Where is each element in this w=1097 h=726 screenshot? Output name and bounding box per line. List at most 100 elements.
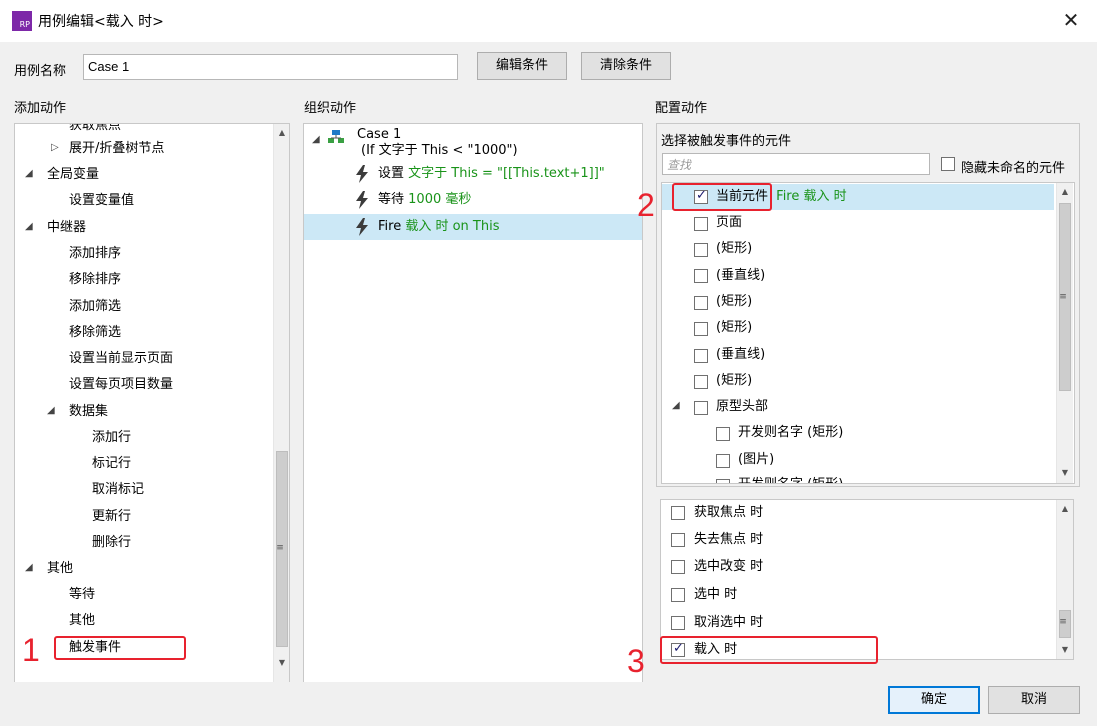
tree-item-add-sort[interactable]: 添加排序 bbox=[69, 241, 121, 267]
tree-item-set-current-page[interactable]: 设置当前显示页面 bbox=[69, 346, 173, 372]
collapse-arrow-icon[interactable]: ◢ bbox=[47, 405, 55, 416]
widget-item[interactable]: (矩形) bbox=[716, 236, 752, 262]
event-item[interactable]: 失去焦点 时 bbox=[694, 527, 763, 553]
action-wait[interactable]: 等待 1000 毫秒 bbox=[378, 187, 471, 213]
scroll-down-icon[interactable]: ▼ bbox=[1057, 645, 1073, 654]
widget-checkbox[interactable] bbox=[694, 375, 708, 389]
widget-checkbox[interactable] bbox=[694, 217, 708, 231]
ok-button[interactable]: 确定 bbox=[888, 686, 980, 714]
dialog-body: 用例名称 Case 1 编辑条件 清除条件 添加动作 组织动作 配置动作 获取焦… bbox=[0, 42, 1097, 714]
hide-unnamed-checkbox[interactable] bbox=[941, 157, 955, 171]
event-checkbox[interactable] bbox=[671, 506, 685, 520]
tree-item-other-group[interactable]: 其他 bbox=[47, 556, 73, 582]
organize-actions-header: 组织动作 bbox=[304, 101, 357, 116]
widget-checkbox[interactable] bbox=[694, 401, 708, 415]
close-icon[interactable]: ✕ bbox=[1059, 8, 1083, 32]
clear-condition-button[interactable]: 清除条件 bbox=[581, 52, 671, 80]
collapse-arrow-icon[interactable]: ◢ bbox=[25, 168, 33, 179]
annotation-number-3: 3 bbox=[627, 643, 645, 679]
widget-item[interactable]: 开发则名字 (矩形) bbox=[738, 472, 843, 483]
event-item[interactable]: 取消选中 时 bbox=[694, 610, 763, 636]
event-item[interactable]: 选中改变 时 bbox=[694, 554, 763, 580]
app-logo-icon: RP bbox=[12, 11, 32, 31]
widget-list[interactable]: 当前元件 Fire 载入 时 页面 (矩形) (垂直线) (矩形) (矩形) (… bbox=[661, 182, 1075, 484]
widget-checkbox[interactable] bbox=[694, 349, 708, 363]
collapse-arrow-icon[interactable]: ◢ bbox=[25, 221, 33, 232]
tree-item-remove-sort[interactable]: 移除排序 bbox=[69, 267, 121, 293]
widget-checkbox[interactable] bbox=[694, 269, 708, 283]
expand-arrow-icon[interactable]: ▷ bbox=[51, 142, 59, 153]
scroll-down-icon[interactable]: ▼ bbox=[274, 658, 289, 667]
collapse-arrow-icon[interactable]: ◢ bbox=[312, 134, 320, 145]
tree-item-unmark[interactable]: 取消标记 bbox=[92, 477, 144, 503]
grip-icon: ≡ bbox=[276, 543, 284, 553]
add-actions-tree[interactable]: 获取焦点 ▷ 展开/折叠树节点 ◢ 全局变量 设置变量值 ◢ 中继器 添加排序 … bbox=[14, 123, 290, 714]
tree-item-delete-row[interactable]: 删除行 bbox=[92, 530, 131, 556]
widget-item[interactable]: 页面 bbox=[716, 210, 742, 236]
edit-condition-button[interactable]: 编辑条件 bbox=[477, 52, 567, 80]
collapse-arrow-icon[interactable]: ◢ bbox=[672, 400, 680, 411]
tree-item-other[interactable]: 其他 bbox=[69, 608, 95, 634]
action-set-text[interactable]: 设置 文字于 This = "[[This.text+1]]" bbox=[378, 161, 605, 187]
case-condition: (If 文字于 This < "1000") bbox=[361, 143, 518, 158]
add-actions-header: 添加动作 bbox=[14, 101, 67, 116]
scroll-up-icon[interactable]: ▲ bbox=[1057, 504, 1073, 513]
tree-item-add-row[interactable]: 添加行 bbox=[92, 425, 131, 451]
case-name-input[interactable]: Case 1 bbox=[83, 54, 458, 80]
cancel-button[interactable]: 取消 bbox=[988, 686, 1080, 714]
widget-item[interactable]: (矩形) bbox=[716, 289, 752, 315]
widget-item[interactable]: (垂直线) bbox=[716, 342, 765, 368]
tree-item-global-variable[interactable]: 全局变量 bbox=[47, 162, 99, 188]
tree-item-update-row[interactable]: 更新行 bbox=[92, 504, 131, 530]
widget-list-scrollbar[interactable]: ▲ ≡ ▼ bbox=[1056, 183, 1073, 483]
tree-item-remove-filter[interactable]: 移除筛选 bbox=[69, 320, 121, 346]
widget-search-input[interactable]: 查找 bbox=[662, 153, 930, 175]
tree-item-repeater[interactable]: 中继器 bbox=[47, 215, 86, 241]
tree-item-set-items-per-page[interactable]: 设置每页项目数量 bbox=[69, 372, 173, 398]
event-item[interactable]: 选中 时 bbox=[694, 582, 737, 608]
widget-item[interactable]: 原型头部 bbox=[716, 394, 768, 420]
widget-item[interactable]: (矩形) bbox=[716, 368, 752, 394]
event-checkbox[interactable] bbox=[671, 616, 685, 630]
event-checkbox[interactable] bbox=[671, 560, 685, 574]
widget-checkbox[interactable] bbox=[694, 296, 708, 310]
organize-actions-tree[interactable]: ◢ Case 1 (If 文字于 This < "1000") 设置 文字于 T… bbox=[303, 123, 643, 714]
dialog-footer: 确定 取消 bbox=[0, 682, 1097, 726]
select-widget-label: 选择被触发事件的元件 bbox=[661, 134, 792, 149]
tree-item-dataset[interactable]: 数据集 bbox=[69, 399, 108, 425]
widget-item[interactable]: (矩形) bbox=[716, 315, 752, 341]
grip-icon: ≡ bbox=[1059, 617, 1067, 627]
tree-item-mark-row[interactable]: 标记行 bbox=[92, 451, 131, 477]
collapse-arrow-icon[interactable]: ◢ bbox=[25, 562, 33, 573]
event-item[interactable]: 获取焦点 时 bbox=[694, 500, 763, 526]
widget-item[interactable]: 开发则名字 (矩形) bbox=[738, 420, 843, 446]
add-actions-scrollbar[interactable]: ▲ ≡ ▼ bbox=[273, 124, 289, 713]
event-checkbox[interactable] bbox=[671, 533, 685, 547]
widget-checkbox[interactable] bbox=[716, 427, 730, 441]
tree-item-wait[interactable]: 等待 bbox=[69, 582, 95, 608]
action-fire-event[interactable]: Fire 载入 时 on This bbox=[378, 214, 500, 240]
widget-checkbox[interactable] bbox=[716, 479, 730, 483]
scroll-up-icon[interactable]: ▲ bbox=[274, 128, 289, 137]
tree-item-set-variable[interactable]: 设置变量值 bbox=[69, 188, 134, 214]
annotation-box-load-event bbox=[660, 636, 878, 664]
widget-checkbox[interactable] bbox=[694, 243, 708, 257]
widget-checkbox[interactable] bbox=[694, 322, 708, 336]
scroll-down-icon[interactable]: ▼ bbox=[1057, 468, 1073, 477]
case-icon bbox=[328, 130, 344, 143]
action-lightning-icon bbox=[356, 191, 368, 209]
tree-item-add-filter[interactable]: 添加筛选 bbox=[69, 294, 121, 320]
scroll-up-icon[interactable]: ▲ bbox=[1057, 187, 1073, 196]
title-bar: RP 用例编辑<载入 时> ✕ bbox=[0, 0, 1097, 42]
event-list-scrollbar[interactable]: ▲ ≡ ▼ bbox=[1056, 500, 1073, 659]
tree-item-expand-collapse[interactable]: 展开/折叠树节点 bbox=[69, 136, 164, 162]
event-checkbox[interactable] bbox=[671, 588, 685, 602]
case-name-label: 用例名称 bbox=[14, 64, 67, 79]
widget-checkbox[interactable] bbox=[716, 454, 730, 468]
action-verb: Fire bbox=[378, 219, 402, 234]
annotation-number-2: 2 bbox=[637, 187, 655, 223]
widget-item[interactable]: (垂直线) bbox=[716, 263, 765, 289]
configure-actions-header: 配置动作 bbox=[655, 101, 708, 116]
widget-item[interactable]: (图片) bbox=[738, 447, 774, 473]
action-detail: 载入 时 on This bbox=[405, 219, 500, 234]
